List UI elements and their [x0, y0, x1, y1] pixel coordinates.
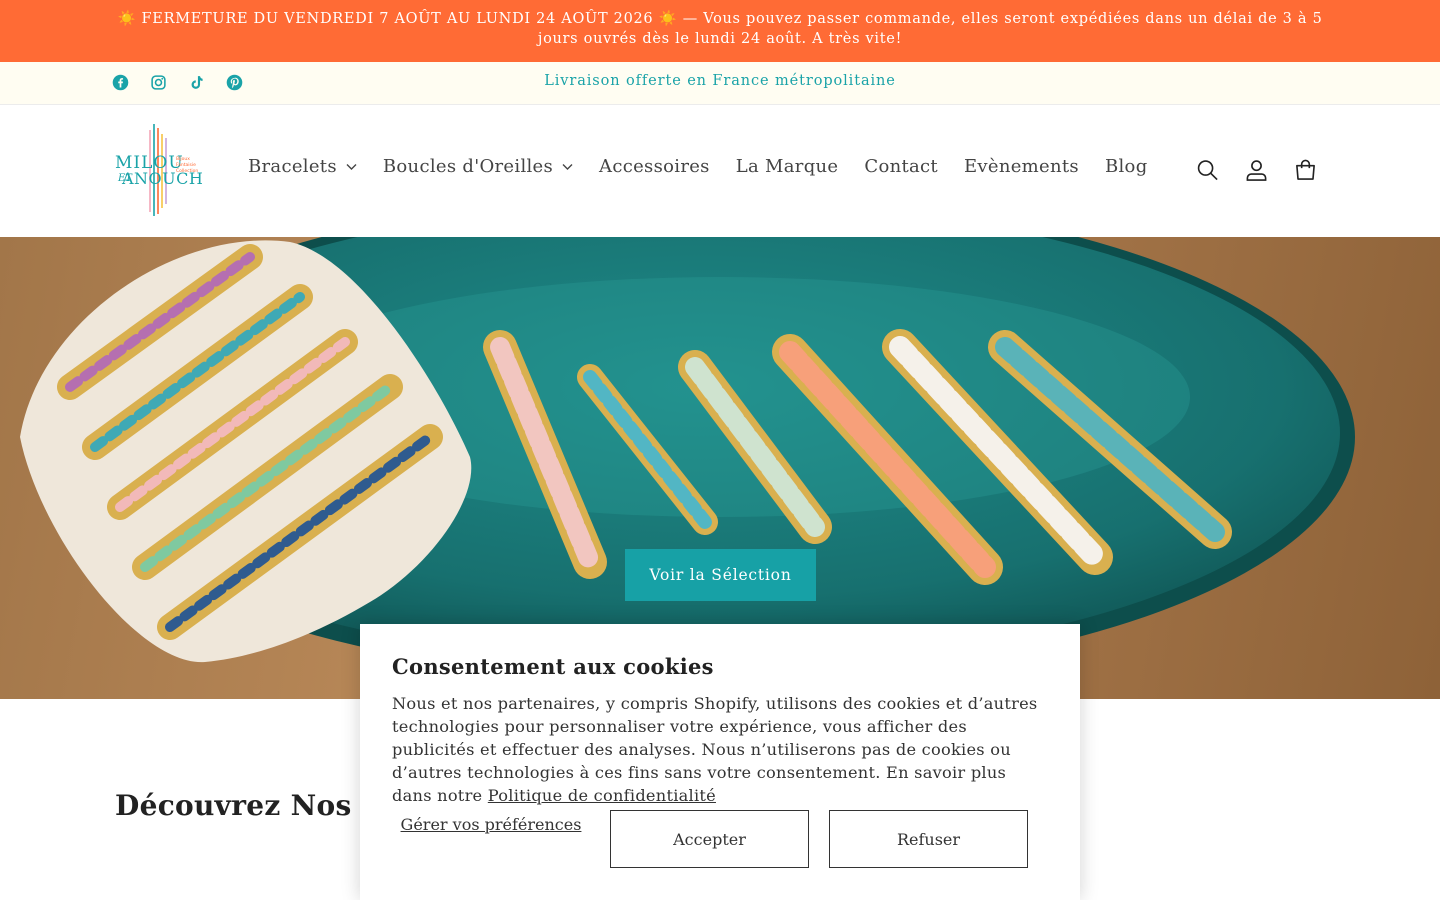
cart-icon[interactable]: [1294, 158, 1317, 182]
nav-label: Evènements: [963, 156, 1079, 177]
nav-item-bracelets[interactable]: Bracelets: [248, 156, 357, 177]
info-bar: Livraison offerte en France métropolitai…: [0, 62, 1440, 105]
manage-preferences-link[interactable]: Gérer vos préférences: [392, 814, 590, 835]
nav-item-accessoires[interactable]: Accessoires: [599, 156, 710, 177]
nav-item-blog[interactable]: Blog: [1105, 156, 1148, 177]
svg-text:Bijoux: Bijoux: [176, 156, 190, 162]
nav-label: Bracelets: [248, 156, 337, 177]
cookie-title: Consentement aux cookies: [392, 654, 714, 679]
shipping-notice: Livraison offerte en France métropolitai…: [544, 73, 896, 89]
site-header: MILOU ET ANOUCH Bijoux Fantaisie Collect…: [0, 106, 1440, 237]
svg-text:Collection: Collection: [176, 168, 198, 174]
chevron-down-icon: [562, 163, 573, 170]
nav-item-la-marque[interactable]: La Marque: [736, 156, 839, 177]
cookie-text: Nous et nos partenaires, y compris Shopi…: [392, 692, 1048, 807]
svg-text:Fantaisie: Fantaisie: [176, 162, 196, 168]
nav-label: Boucles d'Oreilles: [382, 156, 554, 177]
announcement-bar: ☀️ FERMETURE DU VENDREDI 7 AOÛT AU LUNDI…: [0, 0, 1440, 62]
header-icons: [1196, 158, 1317, 182]
chevron-down-icon: [346, 163, 357, 170]
cta-button[interactable]: Voir la Sélection: [625, 549, 816, 601]
nav-label: La Marque: [735, 156, 839, 177]
nav-label: Accessoires: [599, 156, 710, 177]
account-icon[interactable]: [1245, 158, 1268, 182]
announcement-text: ☀️ FERMETURE DU VENDREDI 7 AOÛT AU LUNDI…: [117, 11, 1323, 47]
cookie-banner: Consentement aux cookies Nous et nos par…: [360, 624, 1080, 900]
privacy-policy-link[interactable]: Politique de confidentialité: [488, 786, 716, 805]
brand-logo[interactable]: MILOU ET ANOUCH Bijoux Fantaisie Collect…: [112, 124, 208, 218]
refuse-button[interactable]: Refuser: [829, 810, 1028, 868]
accept-button[interactable]: Accepter: [610, 810, 809, 868]
nav-label: Contact: [864, 156, 938, 177]
search-icon[interactable]: [1196, 158, 1219, 182]
cookie-actions: Gérer vos préférences Accepter Refuser: [392, 810, 1048, 868]
nav-label: Blog: [1104, 156, 1148, 177]
nav-item-contact[interactable]: Contact: [864, 156, 938, 177]
nav-item-boucles-d-oreilles[interactable]: Boucles d'Oreilles: [383, 156, 573, 177]
nav-item-evenements[interactable]: Evènements: [964, 156, 1079, 177]
main-nav: Bracelets Boucles d'Oreilles Accessoires…: [248, 156, 1174, 177]
